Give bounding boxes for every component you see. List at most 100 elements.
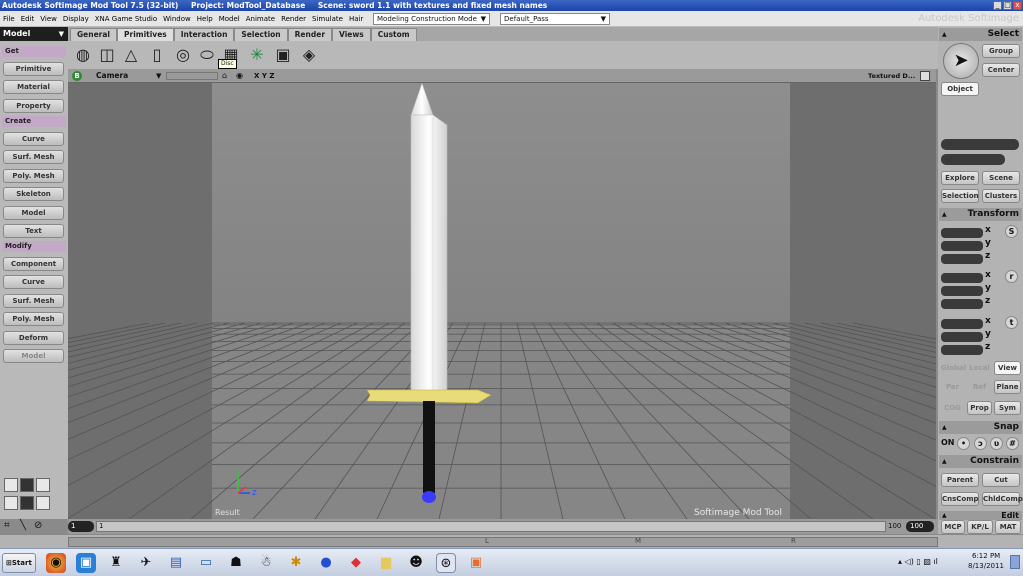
brush-icon[interactable]: ╲: [20, 520, 26, 531]
show-desktop-button[interactable]: [1010, 555, 1020, 569]
get-material-button[interactable]: Material: [3, 80, 64, 94]
viewport-badge[interactable]: B: [72, 71, 82, 81]
get-property-button[interactable]: Property: [3, 99, 64, 113]
rotate-button[interactable]: r: [1005, 270, 1018, 283]
cut-button[interactable]: Cut: [982, 473, 1020, 487]
rotate-x-field[interactable]: [941, 273, 983, 283]
view-button[interactable]: View: [994, 361, 1021, 375]
modify-component-button[interactable]: Component: [3, 257, 64, 271]
create-surf-mesh-button[interactable]: Surf. Mesh: [3, 150, 64, 164]
modify-surf-mesh-button[interactable]: Surf. Mesh: [3, 294, 64, 308]
viewport[interactable]: Y Z Result Softimage Mod Tool: [68, 83, 936, 519]
snap-surface-icon[interactable]: ʋ: [990, 437, 1003, 450]
screen-icon[interactable]: ▭: [196, 553, 216, 573]
book-icon[interactable]: ▤: [166, 553, 186, 573]
sym-button[interactable]: Sym: [994, 401, 1021, 415]
object-button[interactable]: Object: [941, 82, 979, 96]
sphere-icon[interactable]: ◍: [72, 44, 94, 66]
layout-icon[interactable]: [4, 496, 18, 510]
cnscomp-button[interactable]: CnsComp: [941, 492, 979, 506]
cone-icon[interactable]: △: [120, 44, 142, 66]
menu-model[interactable]: Model: [216, 11, 243, 27]
snap-points-icon[interactable]: •: [957, 437, 970, 450]
minimize-button[interactable]: _: [993, 1, 1002, 10]
menu-window[interactable]: Window: [160, 11, 194, 27]
layout-icon[interactable]: [36, 478, 50, 492]
modify-model-button[interactable]: Model: [3, 349, 64, 363]
hd-icon[interactable]: ✱: [286, 553, 306, 573]
scale-y-field[interactable]: [941, 241, 983, 251]
filter-field[interactable]: [941, 154, 1005, 165]
prop-button[interactable]: Prop: [967, 401, 992, 415]
outlook-icon[interactable]: ▣: [76, 553, 96, 573]
tab-selection[interactable]: Selection: [234, 28, 288, 41]
parent-button[interactable]: Parent: [941, 473, 979, 487]
snap-on-toggle[interactable]: ON: [941, 438, 955, 447]
menu-edit[interactable]: Edit: [18, 11, 38, 27]
collapse-icon[interactable]: ▲: [942, 511, 947, 520]
cylinder-icon[interactable]: ▯: [146, 44, 168, 66]
camera-primitive-icon[interactable]: ◈: [298, 44, 320, 66]
mcp-button[interactable]: MCP: [941, 520, 965, 534]
modify-deform-button[interactable]: Deform: [3, 331, 64, 345]
tab-views[interactable]: Views: [332, 28, 371, 41]
scale-x-field[interactable]: [941, 228, 983, 238]
close-button[interactable]: x: [1013, 1, 1022, 10]
module-selector[interactable]: Model ▼: [0, 27, 68, 41]
menu-file[interactable]: File: [0, 11, 18, 27]
menu-xna[interactable]: XNA Game Studio: [92, 11, 160, 27]
layout-icon[interactable]: [20, 478, 34, 492]
global-button[interactable]: Global: [940, 361, 966, 375]
plane-button[interactable]: Plane: [994, 380, 1021, 394]
robot-icon[interactable]: ☃: [256, 553, 276, 573]
collapse-icon[interactable]: ▲: [942, 421, 947, 434]
link-icon[interactable]: ⊘: [34, 520, 42, 531]
rotate-z-field[interactable]: [941, 299, 983, 309]
scene-button[interactable]: Scene: [982, 171, 1020, 185]
modify-curve-button[interactable]: Curve: [3, 275, 64, 289]
helmet-icon[interactable]: ☻: [406, 553, 426, 573]
local-button[interactable]: Local: [967, 361, 992, 375]
menu-hair[interactable]: Hair: [346, 11, 366, 27]
center-button[interactable]: Center: [982, 63, 1020, 77]
start-button[interactable]: ⊞Start: [2, 553, 36, 573]
collapse-icon[interactable]: ▲: [942, 208, 947, 221]
collapse-icon[interactable]: ▲: [942, 28, 947, 41]
ref-button[interactable]: Ref: [967, 380, 992, 394]
select-arrow-icon[interactable]: ➤: [943, 43, 979, 79]
collapse-icon[interactable]: ▲: [942, 455, 947, 468]
create-curve-button[interactable]: Curve: [3, 132, 64, 146]
menu-render[interactable]: Render: [278, 11, 309, 27]
maximize-button[interactable]: □: [1003, 1, 1012, 10]
menu-simulate[interactable]: Simulate: [309, 11, 346, 27]
disc-icon[interactable]: ⬭: [196, 44, 218, 66]
scale-button[interactable]: S: [1005, 225, 1018, 238]
mode-dropdown[interactable]: Modeling Construction Mode ▼: [373, 13, 490, 25]
par-button[interactable]: Par: [940, 380, 965, 394]
chldcomp-button[interactable]: ChldComp: [982, 492, 1023, 506]
globe-icon[interactable]: ●: [316, 553, 336, 573]
selection-field[interactable]: [941, 139, 1019, 150]
torus-icon[interactable]: ◎: [172, 44, 194, 66]
tab-render[interactable]: Render: [287, 28, 333, 41]
modify-poly-mesh-button[interactable]: Poly. Mesh: [3, 312, 64, 326]
cog-button[interactable]: COG: [940, 401, 965, 415]
game-icon[interactable]: ♜: [106, 553, 126, 573]
selection-button[interactable]: Selection: [941, 189, 979, 203]
camera-menu[interactable]: Camera: [96, 69, 128, 83]
clusters-button[interactable]: Clusters: [982, 189, 1020, 203]
get-primitive-button[interactable]: Primitive: [3, 62, 64, 76]
create-text-button[interactable]: Text: [3, 224, 64, 238]
mat-button[interactable]: MAT: [995, 520, 1021, 534]
tab-general[interactable]: General: [70, 28, 117, 41]
hierarchy-icon[interactable]: ⌗: [4, 520, 10, 531]
folder-icon[interactable]: ▆: [376, 553, 396, 573]
layout-icon[interactable]: [36, 496, 50, 510]
softimage-task-icon[interactable]: ⊛: [436, 553, 456, 573]
maximize-viewport-icon[interactable]: [920, 71, 930, 81]
cube-icon[interactable]: ◫: [96, 44, 118, 66]
tab-custom[interactable]: Custom: [370, 28, 417, 41]
translate-y-field[interactable]: [941, 332, 983, 342]
tab-primitives[interactable]: Primitives: [117, 28, 174, 41]
rotate-y-field[interactable]: [941, 286, 983, 296]
